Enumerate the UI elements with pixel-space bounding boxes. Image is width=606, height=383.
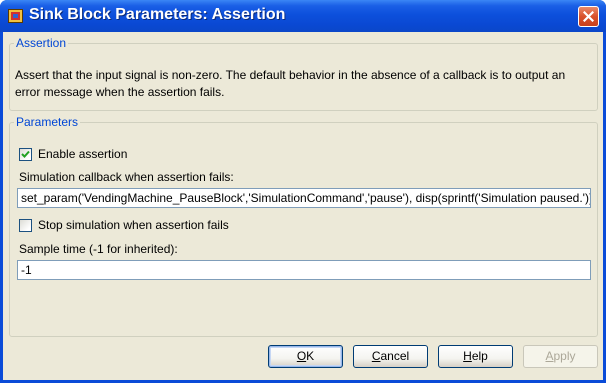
checkmark-icon	[21, 150, 30, 158]
ok-button-suffix: K	[306, 349, 315, 363]
title-bar[interactable]: Sink Block Parameters: Assertion	[0, 0, 606, 32]
ok-button-mnemonic: O	[296, 349, 307, 363]
apply-button-suffix: pply	[553, 349, 576, 363]
dialog-window: Sink Block Parameters: Assertion Asserti…	[0, 0, 606, 383]
enable-assertion-checkbox[interactable]	[19, 147, 32, 161]
sample-time-input[interactable]: -1	[17, 260, 591, 280]
assertion-description: Assert that the input signal is non-zero…	[15, 68, 566, 99]
help-button-mnemonic: H	[463, 349, 472, 363]
window-title: Sink Block Parameters: Assertion	[29, 6, 286, 23]
close-x-icon	[583, 11, 594, 22]
help-button[interactable]: Help	[438, 345, 513, 368]
parameters-group-legend: Parameters	[16, 115, 79, 129]
sample-time-label: Sample time (-1 for inherited):	[19, 242, 178, 256]
cancel-button[interactable]: Cancel	[353, 345, 428, 368]
cancel-button-suffix: ancel	[380, 349, 410, 363]
simulink-block-icon	[8, 9, 23, 23]
enable-assertion-checkbox-row[interactable]: Enable assertion	[19, 146, 127, 162]
apply-button[interactable]: Apply	[523, 345, 598, 368]
stop-simulation-checkbox-row[interactable]: Stop simulation when assertion fails	[19, 217, 229, 233]
ok-button[interactable]: OK	[268, 345, 343, 368]
assertion-group-legend: Assertion	[16, 36, 67, 50]
close-button[interactable]	[578, 6, 599, 27]
enable-assertion-label: Enable assertion	[38, 147, 128, 161]
help-button-suffix: elp	[471, 349, 488, 363]
callback-label: Simulation callback when assertion fails…	[19, 170, 234, 184]
callback-input[interactable]: set_param('VendingMachine_PauseBlock','S…	[17, 188, 591, 208]
apply-button-mnemonic: A	[545, 349, 554, 363]
stop-simulation-checkbox[interactable]	[19, 218, 32, 232]
dialog-body: Assertion Assert that the input signal i…	[3, 32, 603, 380]
stop-simulation-label: Stop simulation when assertion fails	[38, 218, 229, 232]
